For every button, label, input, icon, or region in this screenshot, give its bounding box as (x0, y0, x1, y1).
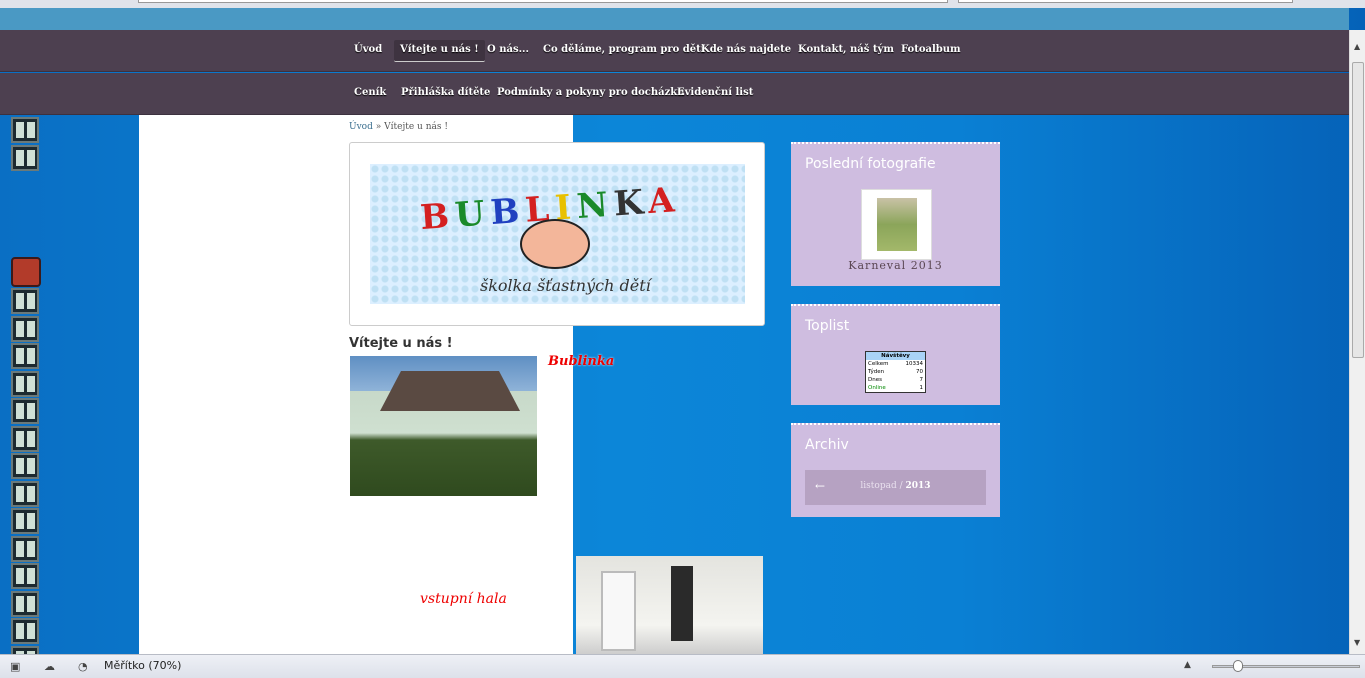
toplist-counter[interactable]: Návštěvy Celkem 10334 Týden 70 Dnes 7 Onlin… (865, 351, 926, 393)
toplist-row: Dnes 7 (866, 376, 925, 384)
nav-kontakt[interactable]: Kontakt, náš tým (792, 40, 900, 62)
nav-podminky[interactable]: Podmínky a pokyny pro docházku (491, 83, 691, 105)
widget-archive: Archiv ← listopad / 2013 (791, 423, 1000, 517)
row-value: 70 (916, 369, 923, 375)
archive-nav: ← listopad / 2013 (805, 470, 986, 505)
widget-latest-photos: Poslední fotografie Karneval 2013 (791, 142, 1000, 286)
photo-thumbnail[interactable] (861, 189, 932, 260)
main-nav-row2: Ceník Přihláška dítěte Podmínky a pokyny… (0, 73, 1349, 115)
train-engine-icon (11, 257, 41, 287)
nav-vitejte[interactable]: Vítejte u nás ! (394, 40, 485, 62)
widget-title: Poslední fotografie (805, 156, 936, 172)
vertical-scrollbar[interactable]: ▲ ▼ (1349, 30, 1365, 654)
toplist-row: Týden 70 (866, 368, 925, 376)
nav-cenik[interactable]: Ceník (348, 83, 392, 105)
archive-sep: / (899, 481, 903, 491)
archive-date: listopad / 2013 (805, 481, 986, 491)
widget-toplist: Toplist Návštěvy Celkem 10334 Týden 70 Dne… (791, 304, 1000, 405)
page-title: Vítejte u nás ! (349, 336, 453, 351)
house-photo[interactable] (350, 356, 537, 496)
nav-program[interactable]: Co děláme, program pro děti (537, 40, 711, 62)
toplist-row: Online 1 (866, 384, 925, 392)
film-icon (11, 563, 39, 589)
logo-subtitle: školka šťastných dětí (480, 276, 651, 295)
row-value: 1 (919, 385, 924, 391)
zoom-slider-knob[interactable] (1233, 660, 1243, 672)
nav-kde[interactable]: Kde nás najdete (695, 40, 797, 62)
breadcrumb-sep: » (375, 122, 382, 132)
nav-evidencni-list[interactable]: Evidenční list (671, 83, 759, 105)
film-icon (11, 425, 39, 452)
nav-o-nas[interactable]: O nás... (481, 40, 535, 62)
film-icon (11, 398, 39, 424)
nav-fotoalbum[interactable]: Fotoalbum (895, 40, 967, 62)
scroll-thumb[interactable] (1352, 62, 1364, 358)
film-icon (11, 370, 39, 397)
archive-year[interactable]: 2013 (906, 481, 931, 491)
row-label: Dnes (868, 377, 882, 383)
row-label: Celkem (868, 361, 889, 367)
film-icon (11, 453, 39, 479)
nav-prihlaska[interactable]: Přihláška dítěte (395, 83, 496, 105)
search-bar[interactable] (958, 0, 1293, 3)
scroll-up-icon[interactable]: ▲ (1354, 42, 1360, 51)
film-icon (11, 590, 39, 617)
caption-hall: vstupní hala (420, 591, 507, 607)
browser-toolbar (0, 0, 1365, 8)
film-icon (11, 343, 39, 369)
row-label: Týden (868, 369, 885, 375)
logo-image[interactable]: BUBLINKA školka šťastných dětí (370, 164, 745, 304)
toplist-header: Návštěvy (866, 352, 925, 360)
film-icon (11, 117, 39, 143)
breadcrumb-home[interactable]: Úvod (349, 122, 373, 132)
scroll-down-icon[interactable]: ▼ (1354, 638, 1360, 647)
photo-caption[interactable]: Karneval 2013 (791, 259, 1000, 272)
zoom-slider[interactable] (1212, 660, 1360, 672)
film-icon (11, 618, 39, 644)
panel-icon[interactable]: ▣ (10, 660, 24, 673)
film-icon (11, 508, 39, 534)
film-icon (11, 145, 39, 171)
status-bar: ▣ ☁ ◔ Měřítko (70%) ▲ (0, 654, 1365, 678)
row-value: 10334 (905, 361, 924, 367)
film-icon (11, 288, 39, 314)
gauge-icon[interactable]: ◔ (78, 660, 92, 673)
breadcrumb: Úvod » Vítejte u nás ! (349, 122, 448, 132)
breadcrumb-current: Vítejte u nás ! (384, 122, 448, 132)
caption-bublinka: Bublinka (548, 354, 615, 369)
row-value: 7 (919, 377, 924, 383)
film-icon (11, 315, 39, 342)
widget-title: Archiv (805, 437, 849, 453)
address-bar[interactable] (138, 0, 948, 3)
mascot-icon (520, 219, 590, 269)
film-icon (11, 535, 39, 562)
zoom-level-label[interactable]: Měřítko (70%) (104, 659, 181, 672)
nav-uvod[interactable]: Úvod (348, 40, 388, 62)
hall-photo[interactable] (576, 556, 763, 655)
page-top-band (0, 8, 1349, 30)
triangle-up-icon[interactable]: ▲ (1184, 660, 1191, 670)
cloud-icon[interactable]: ☁ (44, 660, 58, 673)
main-nav: Úvod Vítejte u nás ! O nás... Co děláme,… (0, 30, 1349, 72)
toplist-row: Celkem 10334 (866, 360, 925, 368)
archive-month[interactable]: listopad (860, 481, 896, 491)
widget-title: Toplist (805, 318, 850, 334)
film-icon (11, 480, 39, 507)
header-logo-box: BUBLINKA školka šťastných dětí (349, 142, 765, 326)
row-label: Online (868, 385, 886, 391)
